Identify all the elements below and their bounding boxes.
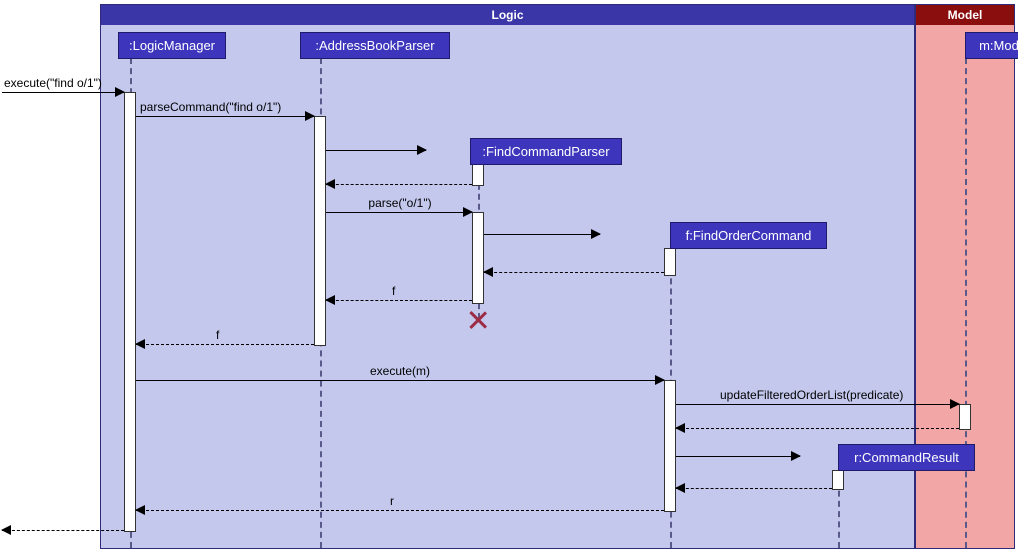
arrow-return-fcp-1 xyxy=(326,184,472,185)
arrow-return-foc-1 xyxy=(484,272,664,273)
activation-logicmanager xyxy=(124,92,136,532)
arrow-return-model xyxy=(676,428,959,429)
participant-logicmanager: :LogicManager xyxy=(118,32,226,59)
arrow-parsecommand xyxy=(136,116,314,117)
participant-addressbookparser: :AddressBookParser xyxy=(300,32,450,59)
arrow-return-f-abp xyxy=(136,344,314,345)
participant-findcommandparser: :FindCommandParser xyxy=(470,138,622,165)
arrow-execute-m xyxy=(136,380,664,381)
arrow-return-cr xyxy=(676,488,832,489)
arrow-return-external xyxy=(2,530,124,531)
arrow-execute-in xyxy=(2,92,124,93)
label-updatefiltered: updateFilteredOrderList(predicate) xyxy=(720,388,903,402)
arrow-return-f-fcp xyxy=(326,300,472,301)
activation-addressbookparser xyxy=(314,116,326,346)
arrow-create-fcp xyxy=(326,150,426,151)
activation-findordercommand-1 xyxy=(664,248,676,276)
destroy-icon xyxy=(467,309,489,331)
arrow-return-r xyxy=(136,510,664,511)
activation-commandresult xyxy=(832,470,844,490)
participant-model: m:Model xyxy=(965,32,1018,59)
participant-findordercommand: f:FindOrderCommand xyxy=(670,222,827,249)
arrow-parse xyxy=(326,212,472,213)
lifeline-model xyxy=(965,58,967,548)
label-parsecommand: parseCommand("find o/1") xyxy=(140,100,281,114)
activation-findcommandparser-2 xyxy=(472,212,484,304)
label-parse: parse("o/1") xyxy=(360,196,440,210)
frame-logic: Logic xyxy=(100,4,915,549)
label-return-f-fcp: f xyxy=(392,284,395,298)
label-return-f-abp: f xyxy=(216,328,219,342)
activation-findcommandparser-1 xyxy=(472,164,484,186)
label-execute-m: execute(m) xyxy=(360,364,440,378)
frame-model-label: Model xyxy=(916,5,1014,25)
arrow-create-cr xyxy=(676,456,800,457)
arrow-updatefiltered xyxy=(676,404,959,405)
arrow-create-foc xyxy=(484,234,600,235)
label-return-r: r xyxy=(390,494,394,508)
frame-logic-label: Logic xyxy=(101,5,914,25)
activation-model xyxy=(959,404,971,430)
label-execute-in: execute("find o/1") xyxy=(4,76,102,90)
participant-commandresult: r:CommandResult xyxy=(838,444,975,471)
